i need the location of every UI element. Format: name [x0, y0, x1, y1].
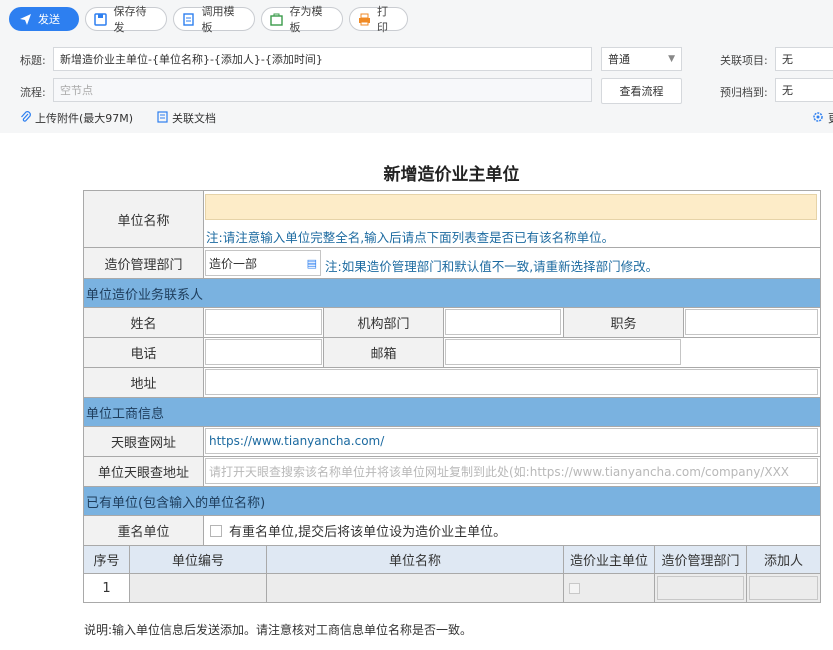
paperclip-icon	[20, 110, 31, 126]
position-input[interactable]	[685, 309, 818, 335]
print-icon	[358, 12, 371, 26]
send-icon	[18, 12, 32, 26]
table-row-owner-cell	[563, 573, 655, 603]
email-input[interactable]	[445, 339, 681, 365]
table-row-added-by-input[interactable]	[749, 576, 818, 600]
flow-input[interactable]: 空节点	[53, 78, 592, 102]
upload-label: 上传附件(最大97M)	[35, 112, 134, 125]
print-label: 打印	[377, 5, 388, 34]
save-draft-button[interactable]: 保存待发	[85, 5, 167, 34]
name-input[interactable]	[205, 309, 322, 335]
more-settings-link[interactable]: 更	[812, 110, 833, 126]
phone-label: 电话	[83, 337, 204, 368]
send-button[interactable]: 发送	[9, 7, 79, 31]
footer-note: 说明:输入单位信息后发送添加。请注意核对工商信息单位名称是否一致。	[84, 623, 473, 637]
save-draft-label: 保存待发	[113, 5, 147, 34]
document-icon	[157, 110, 168, 126]
dept-value: 造价一部	[209, 256, 258, 271]
col-header-cost-dept: 造价管理部门	[654, 545, 747, 574]
tyc-url-link[interactable]: https://www.tianyancha.com/	[205, 428, 818, 454]
table-row-unit-code	[129, 573, 267, 603]
table-row-owner-checkbox[interactable]	[569, 582, 580, 594]
duplicate-cell: 有重名单位,提交后将该单位设为造价业主单位。	[203, 515, 821, 546]
table-row-added-by	[746, 573, 821, 603]
table-row-index: 1	[83, 573, 130, 603]
col-header-index: 序号	[83, 545, 130, 574]
position-label: 职务	[563, 307, 684, 338]
unit-name-note: 注:请注意输入单位完整全名,输入后请点下面列表查是否已有该名称单位。	[206, 230, 615, 245]
save-template-label: 存为模板	[289, 5, 323, 34]
related-doc-link[interactable]: 关联文档	[157, 110, 216, 126]
table-row-unit-name	[266, 573, 564, 603]
dept-note: 注:如果造价管理部门和默认值不一致,请重新选择部门修改。	[325, 259, 659, 274]
upload-attachment-link[interactable]: 上传附件(最大97M)	[20, 110, 133, 126]
duplicate-text: 有重名单位,提交后将该单位设为造价业主单位。	[229, 525, 507, 540]
contact-section-header: 单位造价业务联系人	[83, 278, 821, 308]
archive-label: 预归档到:	[720, 86, 768, 99]
col-header-owner-unit: 造价业主单位	[563, 545, 655, 574]
org-picker-icon: ▤	[306, 256, 317, 270]
dept-select[interactable]: 造价一部 ▤	[205, 250, 321, 276]
send-label: 发送	[38, 13, 60, 26]
view-flow-button[interactable]: 查看流程	[601, 78, 682, 104]
flow-label: 流程:	[20, 86, 46, 99]
priority-value: 普通	[608, 53, 630, 66]
unit-name-label: 单位名称	[83, 190, 204, 248]
archive-input[interactable]: 无	[775, 78, 833, 102]
load-template-label: 调用模板	[201, 5, 235, 34]
unit-name-input[interactable]	[205, 194, 817, 220]
title-label: 标题:	[20, 54, 46, 67]
org-dept-input[interactable]	[445, 309, 561, 335]
dept-label: 造价管理部门	[83, 247, 204, 279]
name-label: 姓名	[83, 307, 204, 338]
col-header-unit-code: 单位编号	[129, 545, 267, 574]
toolbar-area: 发送 保存待发 调用模板 存为模板 打印 标题: 新增造价业主单位-{单位名称}…	[0, 0, 833, 133]
more-label: 更	[828, 110, 833, 126]
org-dept-label: 机构部门	[323, 307, 444, 338]
related-project-label: 关联项目:	[720, 54, 768, 67]
related-doc-label: 关联文档	[172, 112, 216, 125]
title-input[interactable]: 新增造价业主单位-{单位名称}-{添加人}-{添加时间}	[53, 47, 592, 71]
chevron-down-icon: ▼	[668, 54, 675, 64]
related-project-input[interactable]: 无	[775, 47, 833, 71]
col-header-unit-name: 单位名称	[266, 545, 564, 574]
gear-icon	[812, 111, 824, 126]
col-header-added-by: 添加人	[746, 545, 821, 574]
tyc-address-label: 单位天眼查地址	[83, 456, 204, 487]
table-row-cost-dept	[654, 573, 747, 603]
save-template-button[interactable]: 存为模板	[261, 5, 343, 34]
phone-input[interactable]	[205, 339, 322, 365]
save-template-icon	[270, 12, 284, 26]
save-icon	[94, 12, 108, 26]
address-input[interactable]	[205, 369, 818, 395]
tyc-address-input[interactable]: 请打开天眼查搜索该名称单位并将该单位网址复制到此处(如:https://www.…	[205, 458, 818, 484]
business-section-header: 单位工商信息	[83, 397, 821, 427]
table-row-cost-dept-input[interactable]	[657, 576, 744, 600]
form-title: 新增造价业主单位	[383, 165, 520, 185]
priority-select[interactable]: 普通 ▼	[601, 47, 682, 71]
duplicate-checkbox[interactable]	[210, 524, 222, 537]
address-label: 地址	[83, 367, 204, 398]
load-template-button[interactable]: 调用模板	[173, 5, 255, 34]
email-label: 邮箱	[323, 337, 444, 368]
existing-section-header: 已有单位(包含输入的单位名称)	[83, 486, 821, 516]
template-icon	[182, 12, 196, 26]
tyc-url-label: 天眼查网址	[83, 426, 204, 457]
duplicate-label: 重名单位	[83, 515, 204, 546]
print-button[interactable]: 打印	[349, 5, 408, 34]
